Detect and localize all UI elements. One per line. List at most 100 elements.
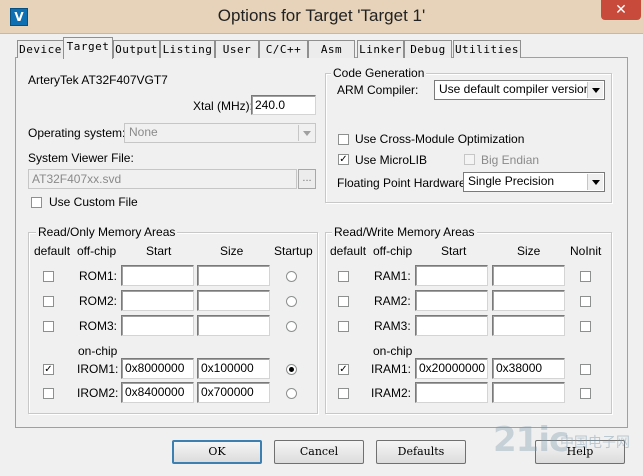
os-label: Operating system: bbox=[28, 126, 126, 140]
arm-compiler-label: ARM Compiler: bbox=[337, 83, 419, 97]
ro-memory-title: Read/Only Memory Areas bbox=[36, 225, 178, 239]
ram1-size-input[interactable] bbox=[492, 265, 565, 286]
tab-user[interactable]: User bbox=[215, 40, 259, 58]
xtal-input[interactable]: 240.0 bbox=[251, 95, 316, 115]
tab-debug[interactable]: Debug bbox=[404, 40, 452, 58]
irom2-default-checkbox[interactable] bbox=[43, 388, 54, 399]
rom1-default-checkbox[interactable] bbox=[43, 271, 54, 282]
rom3-label: ROM3: bbox=[79, 319, 118, 333]
svf-label: System Viewer File: bbox=[28, 151, 134, 165]
ro-header-default: default bbox=[34, 244, 71, 258]
rom3-start-input[interactable] bbox=[121, 315, 194, 336]
ro-header-offchip: off-chip bbox=[77, 244, 117, 258]
rom1-label: ROM1: bbox=[79, 269, 118, 283]
ram3-label: RAM3: bbox=[374, 319, 411, 333]
iram1-noinit-checkbox[interactable] bbox=[580, 364, 591, 375]
rom2-startup-radio[interactable] bbox=[286, 296, 297, 307]
rom2-size-input[interactable] bbox=[197, 290, 270, 311]
irom2-start-input[interactable]: 0x8400000 bbox=[121, 382, 194, 403]
rom2-start-input[interactable] bbox=[121, 290, 194, 311]
rw-header-start: Start bbox=[441, 244, 467, 258]
rom1-startup-radio[interactable] bbox=[286, 271, 297, 282]
rw-header-noinit: NoInit bbox=[570, 244, 602, 258]
irom2-label: IROM2: bbox=[77, 386, 119, 400]
ram3-start-input[interactable] bbox=[415, 315, 488, 336]
irom1-default-checkbox[interactable]: ✓ bbox=[43, 364, 54, 375]
svf-browse-button[interactable]: ... bbox=[298, 169, 316, 189]
ro-header-startup: Startup bbox=[274, 244, 313, 258]
rom3-size-input[interactable] bbox=[197, 315, 270, 336]
rom1-start-input[interactable] bbox=[121, 265, 194, 286]
irom1-startup-radio[interactable] bbox=[286, 364, 297, 375]
microlib-label: Use MicroLIB bbox=[355, 153, 428, 167]
tab-listing[interactable]: Listing bbox=[160, 40, 215, 58]
chevron-down-icon bbox=[587, 82, 603, 98]
tab-utilities[interactable]: Utilities bbox=[453, 40, 521, 58]
chevron-down-icon bbox=[298, 125, 314, 141]
ram1-noinit-checkbox[interactable] bbox=[580, 271, 591, 282]
tab-c-cpp[interactable]: C/C++ bbox=[259, 40, 308, 58]
tab-device[interactable]: Device bbox=[17, 40, 64, 58]
ram3-default-checkbox[interactable] bbox=[338, 321, 349, 332]
ram2-noinit-checkbox[interactable] bbox=[580, 296, 591, 307]
ram2-size-input[interactable] bbox=[492, 290, 565, 311]
tab-linker[interactable]: Linker bbox=[357, 40, 404, 58]
code-generation-title: Code Generation bbox=[331, 66, 427, 80]
cross-module-checkbox[interactable] bbox=[338, 134, 349, 145]
cross-module-label: Use Cross-Module Optimization bbox=[355, 132, 525, 146]
fp-hardware-value: Single Precision bbox=[468, 174, 555, 188]
iram1-start-input[interactable]: 0x20000000 bbox=[415, 358, 488, 379]
iram1-default-checkbox[interactable]: ✓ bbox=[338, 364, 349, 375]
irom2-size-input[interactable]: 0x700000 bbox=[197, 382, 270, 403]
svf-input[interactable]: AT32F407xx.svd bbox=[28, 169, 297, 189]
ok-button[interactable]: OK bbox=[172, 440, 262, 464]
irom1-label: IROM1: bbox=[77, 362, 119, 376]
ro-header-size: Size bbox=[220, 244, 244, 258]
rom1-size-input[interactable] bbox=[197, 265, 270, 286]
tab-target[interactable]: Target bbox=[63, 37, 113, 59]
chevron-down-icon bbox=[587, 174, 603, 190]
close-button[interactable]: ✕ bbox=[601, 0, 641, 20]
ram1-start-input[interactable] bbox=[415, 265, 488, 286]
cancel-button[interactable]: Cancel bbox=[274, 440, 364, 464]
ram2-default-checkbox[interactable] bbox=[338, 296, 349, 307]
ro-onchip-label: on-chip bbox=[78, 344, 118, 358]
microlib-checkbox[interactable]: ✓ bbox=[338, 154, 349, 165]
ram3-size-input[interactable] bbox=[492, 315, 565, 336]
os-select-value: None bbox=[129, 125, 158, 139]
iram2-size-input[interactable] bbox=[492, 382, 565, 403]
device-name: ArteryTek AT32F407VGT7 bbox=[28, 73, 168, 87]
big-endian-checkbox[interactable] bbox=[464, 154, 475, 165]
tab-output[interactable]: Output bbox=[113, 40, 160, 58]
iram1-label: IRAM1: bbox=[371, 362, 412, 376]
use-custom-file-checkbox[interactable] bbox=[31, 197, 42, 208]
rom3-default-checkbox[interactable] bbox=[43, 321, 54, 332]
use-custom-file-label: Use Custom File bbox=[49, 195, 138, 209]
irom1-start-input[interactable]: 0x8000000 bbox=[121, 358, 194, 379]
irom2-startup-radio[interactable] bbox=[286, 388, 297, 399]
rom3-startup-radio[interactable] bbox=[286, 321, 297, 332]
iram2-default-checkbox[interactable] bbox=[338, 388, 349, 399]
rw-onchip-label: on-chip bbox=[373, 344, 413, 358]
ro-header-start: Start bbox=[146, 244, 172, 258]
iram2-start-input[interactable] bbox=[415, 382, 488, 403]
iram1-size-input[interactable]: 0x38000 bbox=[492, 358, 565, 379]
fp-hardware-select[interactable]: Single Precision bbox=[463, 172, 605, 192]
rw-header-default: default bbox=[330, 244, 367, 258]
os-select[interactable]: None bbox=[124, 123, 316, 143]
ram2-start-input[interactable] bbox=[415, 290, 488, 311]
arm-compiler-select[interactable]: Use default compiler version 5 bbox=[434, 80, 605, 100]
arm-compiler-value: Use default compiler version 5 bbox=[439, 82, 601, 96]
ram3-noinit-checkbox[interactable] bbox=[580, 321, 591, 332]
defaults-button[interactable]: Defaults bbox=[376, 440, 466, 464]
irom1-size-input[interactable]: 0x100000 bbox=[197, 358, 270, 379]
ram1-default-checkbox[interactable] bbox=[338, 271, 349, 282]
rw-header-size: Size bbox=[517, 244, 541, 258]
iram2-noinit-checkbox[interactable] bbox=[580, 388, 591, 399]
tab-asm[interactable]: Asm bbox=[308, 40, 355, 58]
rom2-default-checkbox[interactable] bbox=[43, 296, 54, 307]
big-endian-label: Big Endian bbox=[481, 153, 540, 167]
xtal-label: Xtal (MHz): bbox=[193, 99, 253, 113]
watermark-logo: 21ic bbox=[493, 420, 569, 460]
iram2-label: IRAM2: bbox=[371, 386, 412, 400]
